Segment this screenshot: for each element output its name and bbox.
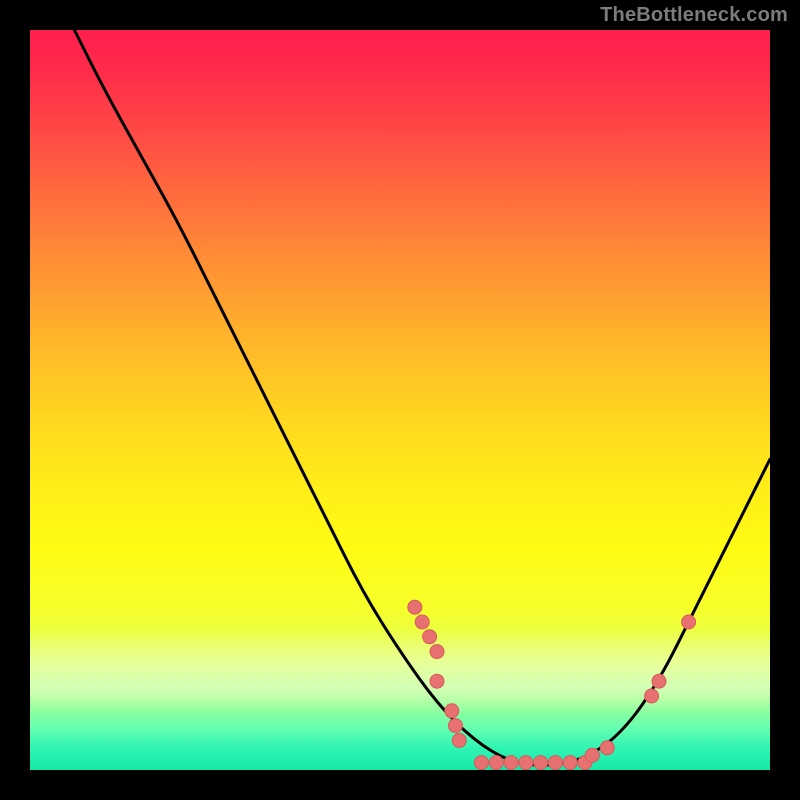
data-marker xyxy=(445,704,459,718)
data-marker xyxy=(408,600,422,614)
data-marker xyxy=(563,756,577,770)
plot-area xyxy=(30,30,770,770)
bottleneck-curve xyxy=(74,30,770,765)
data-marker xyxy=(682,615,696,629)
data-marker xyxy=(430,674,444,688)
data-marker xyxy=(504,756,518,770)
data-marker xyxy=(474,756,488,770)
data-marker xyxy=(489,756,503,770)
curve-markers xyxy=(408,600,696,769)
data-marker xyxy=(449,719,463,733)
data-marker xyxy=(652,674,666,688)
data-marker xyxy=(423,630,437,644)
data-marker xyxy=(430,645,444,659)
attribution-text: TheBottleneck.com xyxy=(600,4,788,27)
curve-layer xyxy=(30,30,770,770)
data-marker xyxy=(415,615,429,629)
data-marker xyxy=(548,756,562,770)
data-marker xyxy=(645,689,659,703)
data-marker xyxy=(452,733,466,747)
chart-frame: TheBottleneck.com xyxy=(0,0,800,800)
data-marker xyxy=(519,756,533,770)
data-marker xyxy=(585,748,599,762)
data-marker xyxy=(600,741,614,755)
data-marker xyxy=(534,756,548,770)
